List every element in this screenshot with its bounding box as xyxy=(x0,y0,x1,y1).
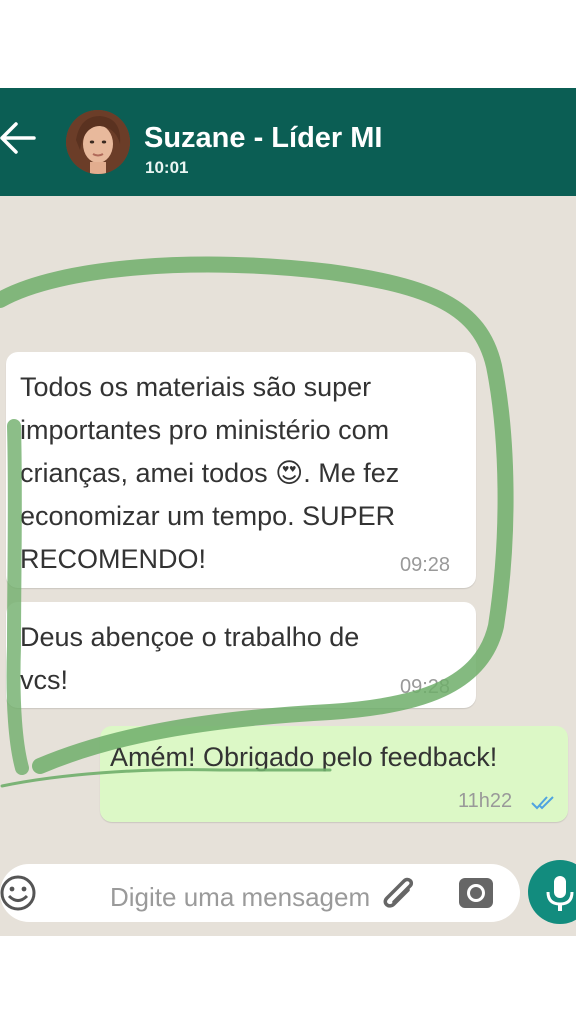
arrow-left-icon[interactable] xyxy=(0,118,40,158)
microphone-button[interactable] xyxy=(528,860,576,924)
paperclip-icon[interactable] xyxy=(378,870,418,914)
message-line: importantes pro ministério com xyxy=(20,415,390,445)
message-input-bar[interactable]: Digite uma mensagem xyxy=(0,864,520,922)
message-input[interactable]: Digite uma mensagem xyxy=(110,882,370,913)
double-check-read-icon xyxy=(531,796,554,810)
message-time: 09:28 xyxy=(400,554,451,576)
microphone-icon xyxy=(546,876,574,911)
camera-icon[interactable] xyxy=(456,872,496,912)
message-time: 11h22 xyxy=(458,790,513,812)
chat-header: Suzane - Líder MI 10:01 xyxy=(0,88,576,196)
message-line: economizar um tempo. SUPER xyxy=(20,501,396,531)
message-line: crianças, amei todos 😍. Me fez xyxy=(20,458,400,488)
message-line: RECOMENDO! xyxy=(20,544,207,574)
message-text: Amém! Obrigado pelo feedback! xyxy=(110,742,498,772)
message-line: Deus abençoe o trabalho de xyxy=(20,622,360,652)
contact-avatar[interactable] xyxy=(66,110,130,174)
contact-name[interactable]: Suzane - Líder MI xyxy=(144,122,382,155)
outgoing-message[interactable]: Amém! Obrigado pelo feedback! 11h22 xyxy=(100,726,568,822)
incoming-message[interactable]: Todos os materiais são super importantes… xyxy=(6,352,476,588)
message-line: vcs! xyxy=(20,665,69,695)
emoji-icon[interactable] xyxy=(0,872,42,914)
message-line: Todos os materiais são super xyxy=(20,372,372,402)
message-time: 09:28 xyxy=(400,676,451,698)
contact-status: 10:01 xyxy=(145,158,189,177)
chat-area[interactable]: Todos os materiais são super importantes… xyxy=(0,196,576,936)
incoming-message[interactable]: Deus abençoe o trabalho de vcs! 09:28 xyxy=(6,602,476,708)
